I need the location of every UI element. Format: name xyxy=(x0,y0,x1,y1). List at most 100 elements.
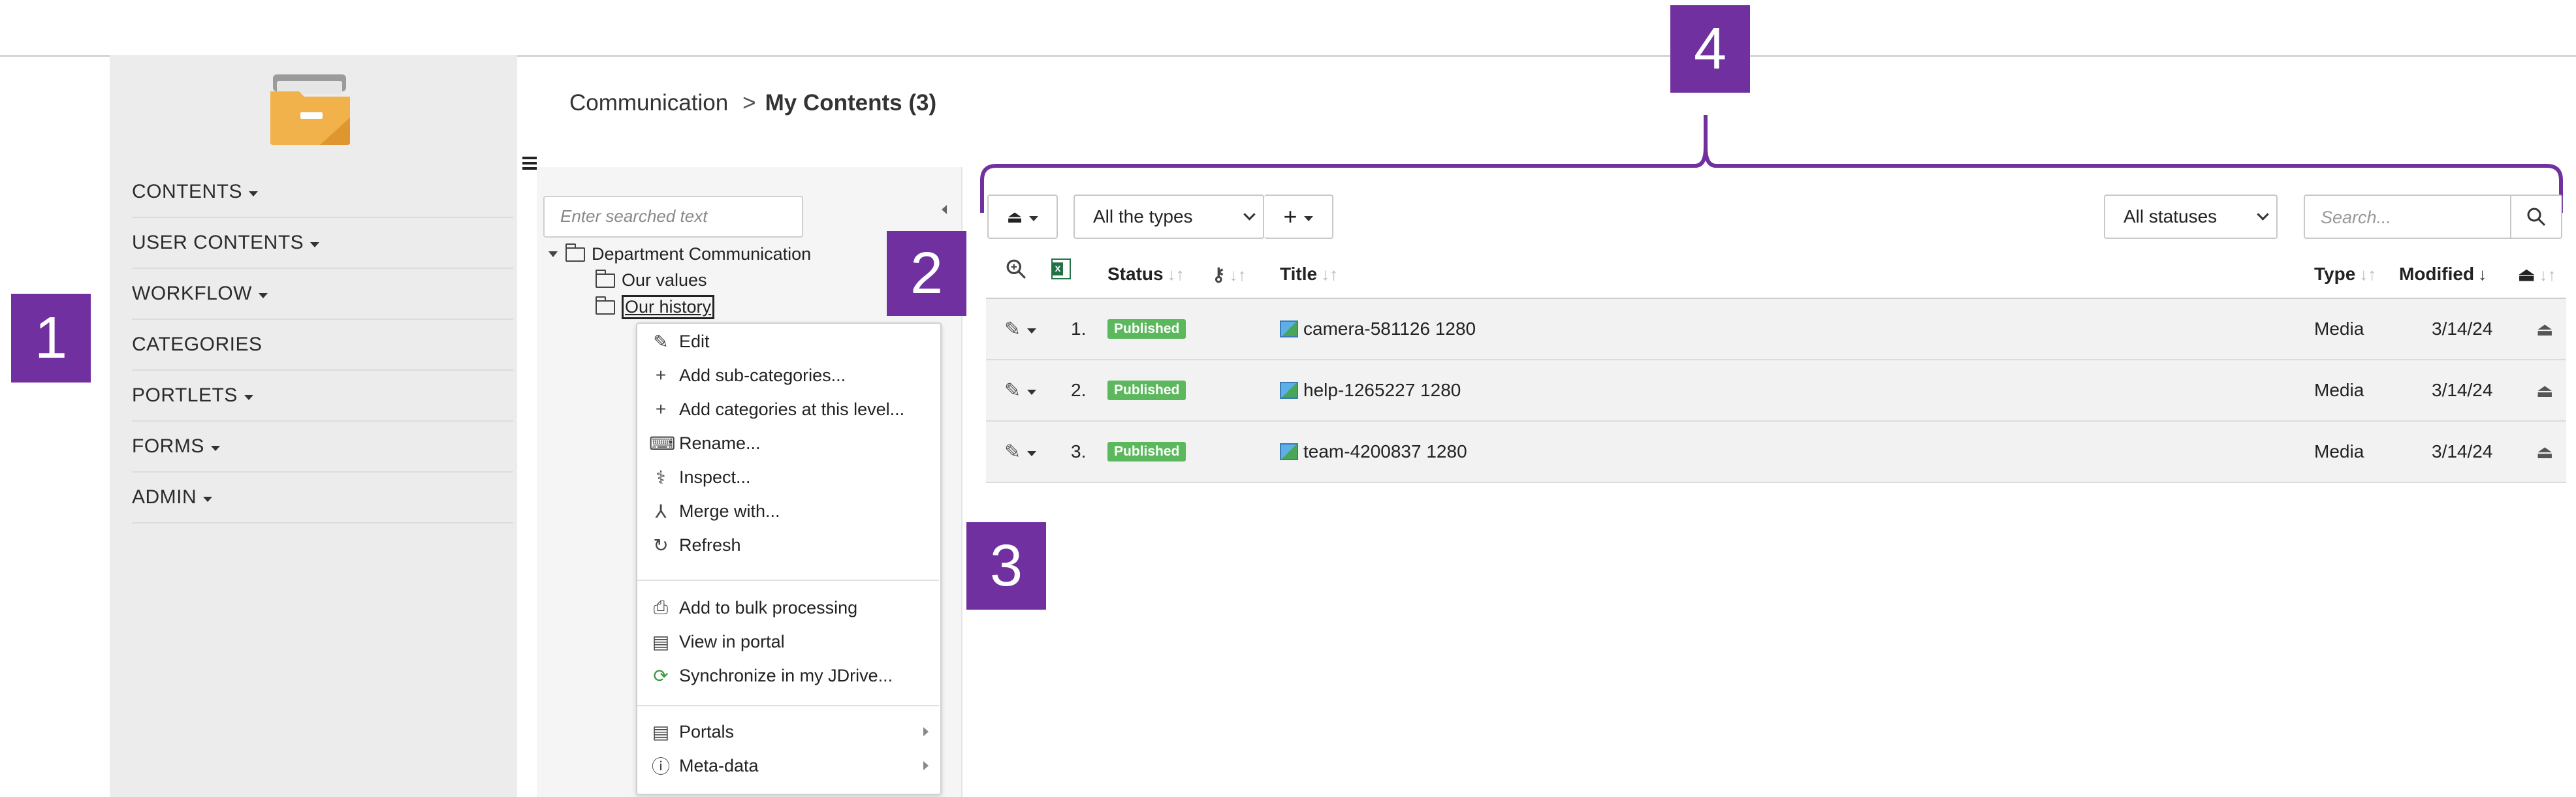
context-menu: ✎ Edit + Add sub-categories... + Add catego… xyxy=(636,322,942,795)
menu-item-meta-data[interactable]: ⓘ Meta-data xyxy=(637,749,939,782)
status-badge: Published xyxy=(1107,381,1186,400)
modified-cell: 3/14/24 xyxy=(2432,319,2493,339)
callout-4: 4 xyxy=(1670,5,1750,93)
modified-cell: 3/14/24 xyxy=(2432,380,2493,400)
sort-desc-icon: ↓ xyxy=(2478,264,2487,284)
table-row[interactable]: ✎ 1. Published camera-581126 1280 Media … xyxy=(986,299,2566,360)
breadcrumb: Communication > My Contents (3) xyxy=(569,90,936,116)
column-header-lock[interactable]: ⚷ ↓↑ xyxy=(1212,264,1247,285)
column-header-modified[interactable]: Modified ↓ xyxy=(2399,264,2487,285)
sidebar-item-user-contents[interactable]: USER CONTENTS xyxy=(132,218,513,269)
status-cell: Published xyxy=(1107,360,1186,420)
callout-3: 3 xyxy=(966,522,1046,610)
type-filter-select[interactable]: All the types xyxy=(1073,195,1264,239)
row-number: 2. xyxy=(1071,380,1087,400)
sort-icon: ↓↑ xyxy=(2359,264,2377,284)
stethoscope-icon: ⚕ xyxy=(656,467,666,488)
caret-down-icon xyxy=(244,395,253,400)
callout-2: 2 xyxy=(887,231,966,316)
menu-item-edit[interactable]: ✎ Edit xyxy=(637,325,939,358)
chevron-down-icon xyxy=(2257,208,2269,221)
row-edit-menu-icon[interactable]: ✎ xyxy=(1004,299,1037,359)
sidebar-item-workflow[interactable]: WORKFLOW xyxy=(132,269,513,320)
tree-node-our-history[interactable]: Our history xyxy=(596,295,715,319)
status-filter-select[interactable]: All statuses xyxy=(2104,195,2278,239)
sidebar-item-contents[interactable]: CONTENTS xyxy=(132,167,513,218)
status-badge: Published xyxy=(1107,319,1186,339)
search-button[interactable] xyxy=(2510,195,2562,239)
table-row[interactable]: ✎ 3. Published team-4200837 1280 Media 3… xyxy=(986,422,2566,483)
sidebar-toggle-icon[interactable] xyxy=(522,154,537,174)
menu-item-merge[interactable]: ⅄ Merge with... xyxy=(637,495,939,527)
keyboard-icon: ⌨ xyxy=(649,433,676,454)
add-content-button[interactable]: + xyxy=(1264,195,1333,239)
add-to-basket-icon[interactable]: ⏏ xyxy=(2536,299,2553,359)
modified-cell: 3/14/24 xyxy=(2432,441,2493,461)
menu-item-refresh[interactable]: ↻ Refresh xyxy=(637,529,939,561)
submenu-arrow-icon xyxy=(923,761,929,770)
add-to-basket-icon[interactable]: ⏏ xyxy=(2536,422,2553,482)
caret-down-icon xyxy=(210,446,220,451)
folder-icon xyxy=(596,296,615,315)
menu-item-rename[interactable]: ⌨ Rename... xyxy=(637,427,939,460)
collapse-panel-icon[interactable] xyxy=(942,205,947,214)
row-number: 3. xyxy=(1071,441,1087,461)
title-cell[interactable]: team-4200837 1280 xyxy=(1280,422,1467,482)
add-to-basket-icon[interactable]: ⏏ xyxy=(2536,360,2553,420)
image-icon xyxy=(1280,382,1298,399)
menu-divider xyxy=(637,705,939,706)
key-icon: ⚷ xyxy=(1212,264,1226,285)
search-icon xyxy=(2527,208,2546,227)
row-edit-menu-icon[interactable]: ✎ xyxy=(1004,422,1037,482)
sort-icon: ↓↑ xyxy=(2539,265,2556,285)
portal-icon: ▤ xyxy=(652,631,670,652)
submenu-arrow-icon xyxy=(923,727,929,736)
search-input[interactable]: Search... xyxy=(2304,195,2511,239)
plus-icon: + xyxy=(655,399,667,419)
sidebar-item-admin[interactable]: ADMIN xyxy=(132,473,513,524)
menu-item-view-in-portal[interactable]: ▤ View in portal xyxy=(637,625,939,658)
menu-item-add-sub-categories[interactable]: + Add sub-categories... xyxy=(637,359,939,392)
menu-item-portals[interactable]: ▤ Portals xyxy=(637,715,939,748)
column-header-status[interactable]: Status ↓↑ xyxy=(1107,264,1185,285)
row-number: 1. xyxy=(1071,319,1087,339)
expand-arrow-icon[interactable] xyxy=(549,251,558,257)
chevron-down-icon xyxy=(1243,208,1256,221)
sort-icon: ↓↑ xyxy=(1321,264,1339,284)
excel-export-icon[interactable]: x xyxy=(1051,258,1071,279)
title-cell[interactable]: camera-581126 1280 xyxy=(1280,299,1476,359)
zoom-icon[interactable] xyxy=(1006,258,1026,283)
sidebar-item-categories[interactable]: CATEGORIES xyxy=(132,320,513,371)
status-cell: Published xyxy=(1107,422,1186,482)
column-header-title[interactable]: Title ↓↑ xyxy=(1280,264,1338,285)
bulk-basket-button[interactable]: ⏏ xyxy=(987,195,1058,239)
tree-node-root[interactable]: Department Communication xyxy=(549,243,811,264)
breadcrumb-separator: > xyxy=(742,90,756,116)
title-cell[interactable]: help-1265227 1280 xyxy=(1280,360,1461,420)
plus-icon: + xyxy=(1283,203,1297,230)
menu-item-inspect[interactable]: ⚕ Inspect... xyxy=(637,461,939,493)
image-icon xyxy=(1280,320,1298,337)
breadcrumb-parent[interactable]: Communication xyxy=(569,90,728,116)
folder-icon xyxy=(565,243,585,262)
sort-icon: ↓↑ xyxy=(1229,265,1247,285)
sidebar-item-portlets[interactable]: PORTLETS xyxy=(132,371,513,422)
row-edit-menu-icon[interactable]: ✎ xyxy=(1004,360,1037,420)
inbox-icon: ⏏ xyxy=(1006,206,1023,227)
tree-search-input[interactable]: Enter searched text xyxy=(543,196,803,238)
tree-node-our-values[interactable]: Our values xyxy=(596,269,707,290)
caret-down-icon xyxy=(203,497,213,502)
menu-divider xyxy=(637,580,939,581)
sidebar-item-forms[interactable]: FORMS xyxy=(132,422,513,473)
sidebar-menu: CONTENTS USER CONTENTS WORKFLOW CATEGORI… xyxy=(132,167,513,524)
column-header-basket[interactable]: ⏏ ↓↑ xyxy=(2518,264,2556,285)
menu-item-sync-jdrive[interactable]: ⟳ Synchronize in my JDrive... xyxy=(637,659,939,692)
caret-down-icon xyxy=(1029,216,1039,221)
folder-logo-icon xyxy=(270,74,350,145)
type-cell: Media xyxy=(2314,319,2364,339)
caret-down-icon xyxy=(310,242,320,247)
column-header-type[interactable]: Type ↓↑ xyxy=(2314,264,2376,285)
menu-item-bulk-processing[interactable]: ⎙ Add to bulk processing xyxy=(637,591,939,624)
menu-item-add-categories-level[interactable]: + Add categories at this level... xyxy=(637,393,939,426)
table-row[interactable]: ✎ 2. Published help-1265227 1280 Media 3… xyxy=(986,360,2566,422)
